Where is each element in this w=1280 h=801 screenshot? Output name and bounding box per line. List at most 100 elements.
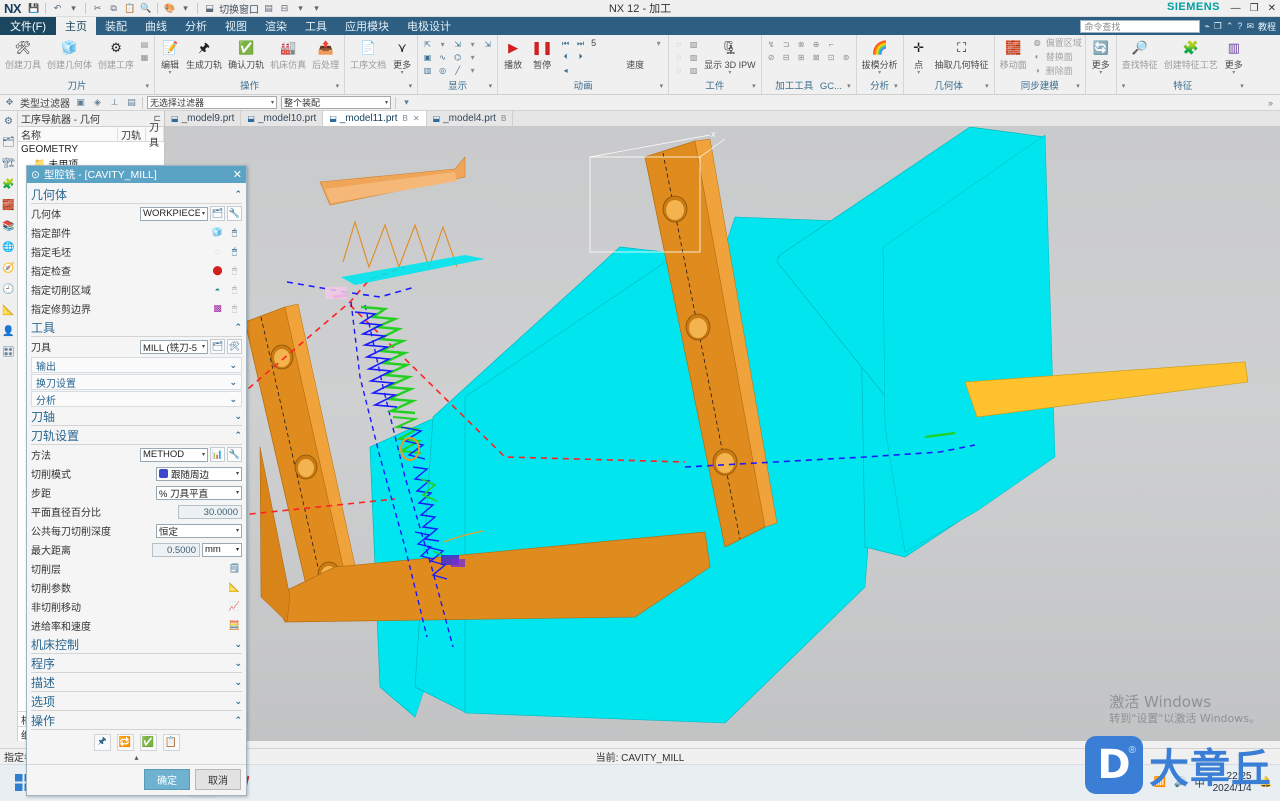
display-circle-icon[interactable]: ◎: [436, 64, 449, 76]
save-icon[interactable]: 💾: [27, 2, 40, 15]
draft-analysis-dropdown-icon[interactable]: ▾: [878, 70, 881, 76]
chevron-up-icon[interactable]: ⌃: [234, 322, 242, 333]
list-icon[interactable]: 📋: [162, 734, 180, 751]
mt-a-icon[interactable]: ↯: [765, 38, 778, 50]
close-icon[interactable]: ✕: [233, 168, 242, 181]
chevron-down-icon[interactable]: ⌄: [234, 411, 242, 422]
tab-analysis[interactable]: 分析: [176, 17, 216, 35]
group-dropdown-icon[interactable]: ▾: [847, 80, 851, 94]
trim-boundary-icon[interactable]: ▩: [210, 301, 225, 316]
doc-tab-model10[interactable]: ⬓ _model10.prt: [241, 111, 324, 126]
edit-method-icon[interactable]: 📊: [210, 447, 225, 462]
history-icon[interactable]: 🕘: [1, 282, 16, 296]
mt-i-icon[interactable]: ⊠: [810, 51, 823, 63]
display-cone-dropdown-icon[interactable]: ▾: [466, 51, 479, 63]
resource-bar-icon[interactable]: ⚙: [1, 114, 16, 128]
system-material-icon[interactable]: 🎛: [1, 345, 16, 359]
find-feature-button[interactable]: 🔎 查找特征: [1120, 36, 1160, 72]
doc-tab-model11[interactable]: ⬓ _model11.prt B ✕: [323, 111, 427, 126]
chevron-down-icon[interactable]: ▾: [200, 343, 205, 350]
create-geometry-button[interactable]: 🧊 创建几何体: [45, 36, 94, 72]
wcs-icon[interactable]: ⟂: [108, 96, 121, 109]
dialog-title-bar[interactable]: ⊙ 型腔铣 - [CAVITY_MILL] ✕: [27, 166, 246, 183]
chevron-down-icon[interactable]: ▾: [268, 99, 274, 106]
mt-e-icon[interactable]: ⌐: [825, 38, 838, 50]
restore-window-icon[interactable]: ❐: [1214, 21, 1222, 32]
select-icon[interactable]: 🖱: [227, 225, 242, 240]
column-header-toolpath[interactable]: 刀轨: [118, 127, 146, 142]
mt-h-icon[interactable]: ⊞: [795, 51, 808, 63]
switch-window-label[interactable]: 切换窗口: [219, 1, 259, 16]
group-dropdown-icon[interactable]: ▾: [409, 80, 413, 94]
chevron-down-icon[interactable]: ▾: [236, 546, 239, 553]
generate-icon[interactable]: 🖈: [93, 734, 111, 751]
group-dropdown-icon[interactable]: ▾: [489, 80, 493, 94]
method-combo[interactable]: METHOD ▾: [140, 447, 208, 462]
subsection-output[interactable]: 输出 ⌄: [31, 357, 242, 373]
display-curve-icon[interactable]: ∿: [436, 51, 449, 63]
section-header-machine-control[interactable]: 机床控制 ⌄: [31, 636, 242, 654]
new-method-icon[interactable]: 🔧: [227, 447, 242, 462]
group-dropdown-icon[interactable]: ▾: [336, 80, 340, 94]
chevron-down-icon[interactable]: ▾: [382, 99, 388, 106]
selection-more-icon[interactable]: ▾: [400, 96, 413, 109]
mt-k-icon[interactable]: ⊚: [840, 51, 853, 63]
step-back-start-icon[interactable]: ⏮: [559, 38, 572, 50]
edit-tool-icon[interactable]: 🗂: [210, 339, 225, 354]
new-geometry-icon[interactable]: 🔧: [227, 206, 242, 221]
process-more-button[interactable]: ⋎ 更多 ▾: [390, 36, 414, 77]
plane-diameter-percent-input[interactable]: 30.0000: [178, 504, 242, 519]
show-3d-ipw-dropdown-icon[interactable]: ▾: [728, 70, 731, 76]
extract-geometry-button[interactable]: ⛶ 抽取几何特征: [933, 36, 991, 72]
move-face-button[interactable]: 🧱 移动面: [998, 36, 1029, 72]
animation-more-icon[interactable]: ▾: [652, 37, 665, 49]
window-color-icon[interactable]: 🎨: [163, 2, 176, 15]
section-header-actions[interactable]: 操作 ⌃: [31, 712, 242, 730]
undo-icon[interactable]: ↶: [51, 2, 64, 15]
feedback-icon[interactable]: ✉: [1246, 21, 1254, 32]
new-tool-icon[interactable]: 🛠: [227, 339, 242, 354]
restore-button[interactable]: ❐: [1250, 3, 1259, 14]
tab-curve[interactable]: 曲线: [136, 17, 176, 35]
chevron-down-icon[interactable]: ⌄: [229, 360, 237, 371]
section-header-program[interactable]: 程序 ⌄: [31, 655, 242, 673]
blank-icon[interactable]: ◌: [210, 244, 225, 259]
window-more-icon[interactable]: ▾: [294, 2, 307, 15]
mt-j-icon[interactable]: ⊡: [825, 51, 838, 63]
edit-geometry-icon[interactable]: 🗂: [210, 206, 225, 221]
subsection-tool-change[interactable]: 换刀设置 ⌄: [31, 374, 242, 390]
mt-g-icon[interactable]: ⊟: [780, 51, 793, 63]
create-feature-process-button[interactable]: 🧩 创建特征工艺: [1162, 36, 1220, 72]
mt-c-icon[interactable]: ⊗: [795, 38, 808, 50]
draft-analysis-button[interactable]: 🌈 拔模分析 ▾: [860, 36, 900, 77]
help-icon[interactable]: ?: [1237, 21, 1242, 31]
mt-b-icon[interactable]: ⊐: [780, 38, 793, 50]
minimize-button[interactable]: —: [1231, 3, 1241, 14]
process-studio-icon[interactable]: 📐: [1, 303, 16, 317]
mt-d-icon[interactable]: ⊕: [810, 38, 823, 50]
dialog-collapse-handle[interactable]: ▴: [31, 754, 242, 764]
close-icon[interactable]: ✕: [413, 114, 420, 123]
verify-toolpath-button[interactable]: ✅ 确认刀轨: [226, 36, 266, 72]
tab-tools[interactable]: 工具: [296, 17, 336, 35]
cut-pattern-combo[interactable]: 跟随周边 ▾: [156, 466, 242, 481]
tab-electrode-design[interactable]: 电极设计: [398, 17, 460, 35]
step-forward-end-icon[interactable]: ⏭: [574, 38, 587, 50]
speed-button[interactable]: 速度: [623, 36, 647, 72]
step-forward-icon[interactable]: ⏵: [574, 51, 587, 63]
workpiece-a-icon[interactable]: ◌: [672, 38, 685, 50]
check-body-icon[interactable]: ⬤: [210, 263, 225, 278]
chevron-up-icon[interactable]: ⌃: [234, 189, 242, 200]
workpiece-b-icon[interactable]: ▨: [687, 38, 700, 50]
select-icon[interactable]: 🖱: [227, 282, 242, 297]
display-section-icon[interactable]: ▥: [421, 64, 434, 76]
display-cone-icon[interactable]: ⌬: [451, 51, 464, 63]
chevron-down-icon[interactable]: ▾: [234, 489, 239, 496]
column-header-tool[interactable]: 刀具: [146, 123, 164, 149]
chevron-down-icon[interactable]: ⌄: [229, 394, 237, 405]
copy-icon[interactable]: ⧉: [107, 2, 120, 15]
chevron-up-icon[interactable]: ⌃: [234, 430, 242, 441]
shop-documentation-button[interactable]: 📄 工序文档: [348, 36, 388, 72]
cut-area-icon[interactable]: ◓: [210, 282, 225, 297]
workpiece-e-icon[interactable]: ◌: [672, 64, 685, 76]
